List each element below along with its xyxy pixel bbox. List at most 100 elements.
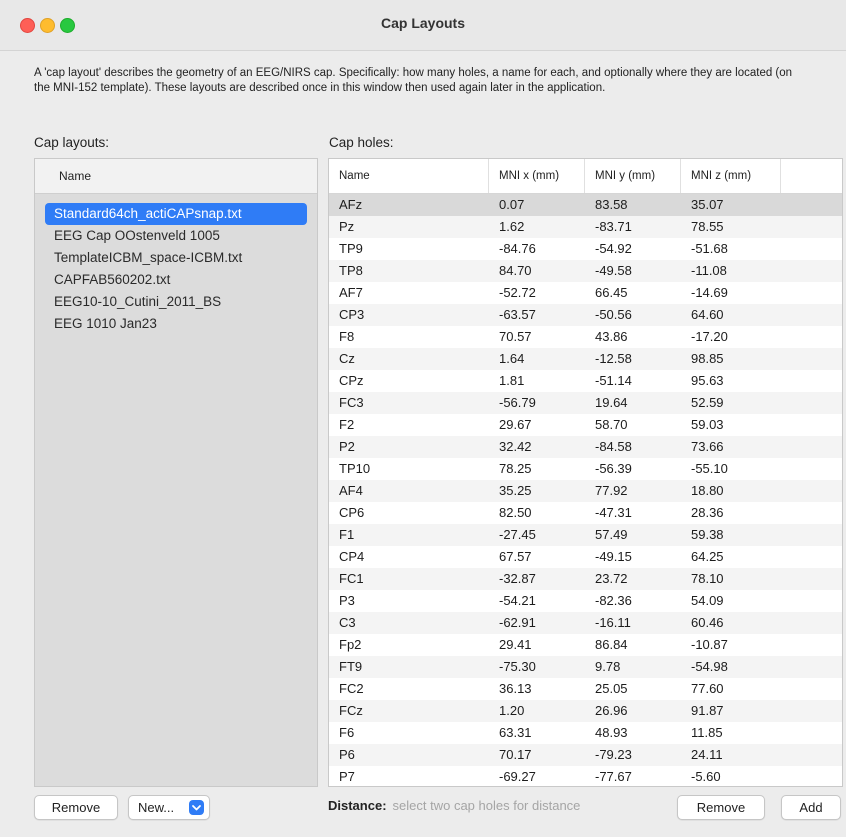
cap-hole-row[interactable]: P3 -54.21 -82.36 54.09 xyxy=(329,590,842,612)
mni-y-cell: -51.14 xyxy=(595,373,632,388)
hole-name-cell: Cz xyxy=(339,351,355,366)
cap-hole-row[interactable]: FC3 -56.79 19.64 52.59 xyxy=(329,392,842,414)
cap-holes-table[interactable]: Name MNI x (mm) MNI y (mm) MNI z (mm) AF… xyxy=(328,158,843,787)
mni-z-cell: 98.85 xyxy=(691,351,724,366)
column-header-mni-x[interactable]: MNI x (mm) xyxy=(489,159,585,193)
cap-hole-row[interactable]: Cz 1.64 -12.58 98.85 xyxy=(329,348,842,370)
mni-z-cell: -17.20 xyxy=(691,329,728,344)
mni-z-cell: 78.10 xyxy=(691,571,724,586)
mni-y-cell: 83.58 xyxy=(595,197,628,212)
cap-hole-row[interactable]: P6 70.17 -79.23 24.11 xyxy=(329,744,842,766)
cap-hole-row[interactable]: CP3 -63.57 -50.56 64.60 xyxy=(329,304,842,326)
cap-hole-row[interactable]: CP6 82.50 -47.31 28.36 xyxy=(329,502,842,524)
mni-z-cell: 52.59 xyxy=(691,395,724,410)
remove-layout-button[interactable]: Remove xyxy=(34,795,118,820)
cap-hole-row[interactable]: C3 -62.91 -16.11 60.46 xyxy=(329,612,842,634)
mni-z-cell: 54.09 xyxy=(691,593,724,608)
cap-hole-row[interactable]: F2 29.67 58.70 59.03 xyxy=(329,414,842,436)
remove-hole-button[interactable]: Remove xyxy=(677,795,765,820)
cap-hole-row[interactable]: FC1 -32.87 23.72 78.10 xyxy=(329,568,842,590)
cap-layout-item[interactable]: TemplateICBM_space-ICBM.txt xyxy=(45,247,307,269)
cap-layout-item[interactable]: EEG 1010 Jan23 xyxy=(45,313,307,335)
new-layout-button[interactable]: New... xyxy=(128,795,210,820)
description-text: A 'cap layout' describes the geometry of… xyxy=(34,67,793,94)
hole-name-cell: FCz xyxy=(339,703,363,718)
mni-y-cell: 66.45 xyxy=(595,285,628,300)
mni-z-cell: -51.68 xyxy=(691,241,728,256)
hole-name-cell: F6 xyxy=(339,725,355,740)
add-hole-button[interactable]: Add xyxy=(781,795,841,820)
mni-x-cell: 70.57 xyxy=(499,329,532,344)
cap-hole-row[interactable]: Fp2 29.41 86.84 -10.87 xyxy=(329,634,842,656)
mni-y-cell: -16.11 xyxy=(595,615,631,630)
mni-x-cell: -75.30 xyxy=(499,659,536,674)
cap-layout-item[interactable]: EEG10-10_Cutini_2011_BS xyxy=(45,291,307,313)
mni-x-cell: -63.57 xyxy=(499,307,536,322)
cap-layout-item[interactable]: EEG Cap OOstenveld 1005 xyxy=(45,225,307,247)
cap-hole-row[interactable]: FC2 36.13 25.05 77.60 xyxy=(329,678,842,700)
cap-holes-label: Cap holes: xyxy=(329,135,394,150)
mni-y-cell: -77.67 xyxy=(595,769,632,784)
column-header-name[interactable]: Name xyxy=(329,159,489,193)
title-bar: Cap Layouts xyxy=(0,0,846,51)
cap-hole-row[interactable]: CPz 1.81 -51.14 95.63 xyxy=(329,370,842,392)
mni-y-cell: -54.92 xyxy=(595,241,632,256)
cap-layout-item[interactable]: Standard64ch_actiCAPsnap.txt xyxy=(45,203,307,225)
mni-y-cell: 19.64 xyxy=(595,395,628,410)
hole-name-cell: C3 xyxy=(339,615,356,630)
mni-z-cell: 59.38 xyxy=(691,527,724,542)
cap-layouts-label: Cap layouts: xyxy=(34,135,110,150)
column-header-mni-y[interactable]: MNI y (mm) xyxy=(585,159,681,193)
cap-hole-row[interactable]: F1 -27.45 57.49 59.38 xyxy=(329,524,842,546)
hole-name-cell: P6 xyxy=(339,747,355,762)
mni-x-cell: -69.27 xyxy=(499,769,536,784)
mni-z-cell: 64.25 xyxy=(691,549,724,564)
cap-hole-row[interactable]: AF7 -52.72 66.45 -14.69 xyxy=(329,282,842,304)
mni-x-cell: -84.76 xyxy=(499,241,536,256)
new-layout-label: New... xyxy=(138,800,175,815)
cap-hole-row[interactable]: AF4 35.25 77.92 18.80 xyxy=(329,480,842,502)
hole-name-cell: Fp2 xyxy=(339,637,362,652)
cap-hole-row[interactable]: TP9 -84.76 -54.92 -51.68 xyxy=(329,238,842,260)
hole-name-cell: CPz xyxy=(339,373,364,388)
hole-name-cell: Pz xyxy=(339,219,355,234)
cap-hole-row[interactable]: F6 63.31 48.93 11.85 xyxy=(329,722,842,744)
mni-x-cell: -27.45 xyxy=(499,527,536,542)
mni-z-cell: 11.85 xyxy=(691,725,723,740)
hole-name-cell: TP8 xyxy=(339,263,363,278)
mni-x-cell: 1.20 xyxy=(499,703,525,718)
mni-x-cell: -32.87 xyxy=(499,571,536,586)
hole-name-cell: CP4 xyxy=(339,549,365,564)
mni-y-cell: -12.58 xyxy=(595,351,632,366)
mni-x-cell: -54.21 xyxy=(499,593,536,608)
mni-x-cell: 70.17 xyxy=(499,747,532,762)
cap-hole-row[interactable]: TP10 78.25 -56.39 -55.10 xyxy=(329,458,842,480)
cap-layouts-name-header[interactable]: Name xyxy=(35,159,317,194)
cap-hole-row[interactable]: CP4 67.57 -49.15 64.25 xyxy=(329,546,842,568)
mni-x-cell: 84.70 xyxy=(499,263,532,278)
cap-layouts-list[interactable]: Name Standard64ch_actiCAPsnap.txt EEG Ca… xyxy=(34,158,318,787)
column-header-mni-z[interactable]: MNI z (mm) xyxy=(681,159,781,193)
hole-name-cell: AFz xyxy=(339,197,363,212)
mni-y-cell: 26.96 xyxy=(595,703,628,718)
cap-hole-row[interactable]: Pz 1.62 -83.71 78.55 xyxy=(329,216,842,238)
hole-name-cell: FC1 xyxy=(339,571,364,586)
cap-hole-row[interactable]: F8 70.57 43.86 -17.20 xyxy=(329,326,842,348)
chevron-down-icon[interactable] xyxy=(189,800,204,815)
mni-y-cell: -56.39 xyxy=(595,461,632,476)
hole-name-cell: P7 xyxy=(339,769,355,784)
mni-z-cell: -5.60 xyxy=(691,769,721,784)
cap-hole-row[interactable]: P2 32.42 -84.58 73.66 xyxy=(329,436,842,458)
cap-hole-row[interactable]: TP8 84.70 -49.58 -11.08 xyxy=(329,260,842,282)
mni-y-cell: -47.31 xyxy=(595,505,632,520)
mni-y-cell: 43.86 xyxy=(595,329,628,344)
cap-hole-row[interactable]: P7 -69.27 -77.67 -5.60 xyxy=(329,766,842,786)
hole-name-cell: F1 xyxy=(339,527,355,542)
cap-layout-item[interactable]: CAPFAB560202.txt xyxy=(45,269,307,291)
mni-x-cell: 36.13 xyxy=(499,681,532,696)
mni-y-cell: -49.15 xyxy=(595,549,632,564)
cap-hole-row[interactable]: FT9 -75.30 9.78 -54.98 xyxy=(329,656,842,678)
mni-z-cell: 35.07 xyxy=(691,197,724,212)
cap-hole-row[interactable]: FCz 1.20 26.96 91.87 xyxy=(329,700,842,722)
cap-hole-row[interactable]: AFz 0.07 83.58 35.07 xyxy=(329,194,842,216)
